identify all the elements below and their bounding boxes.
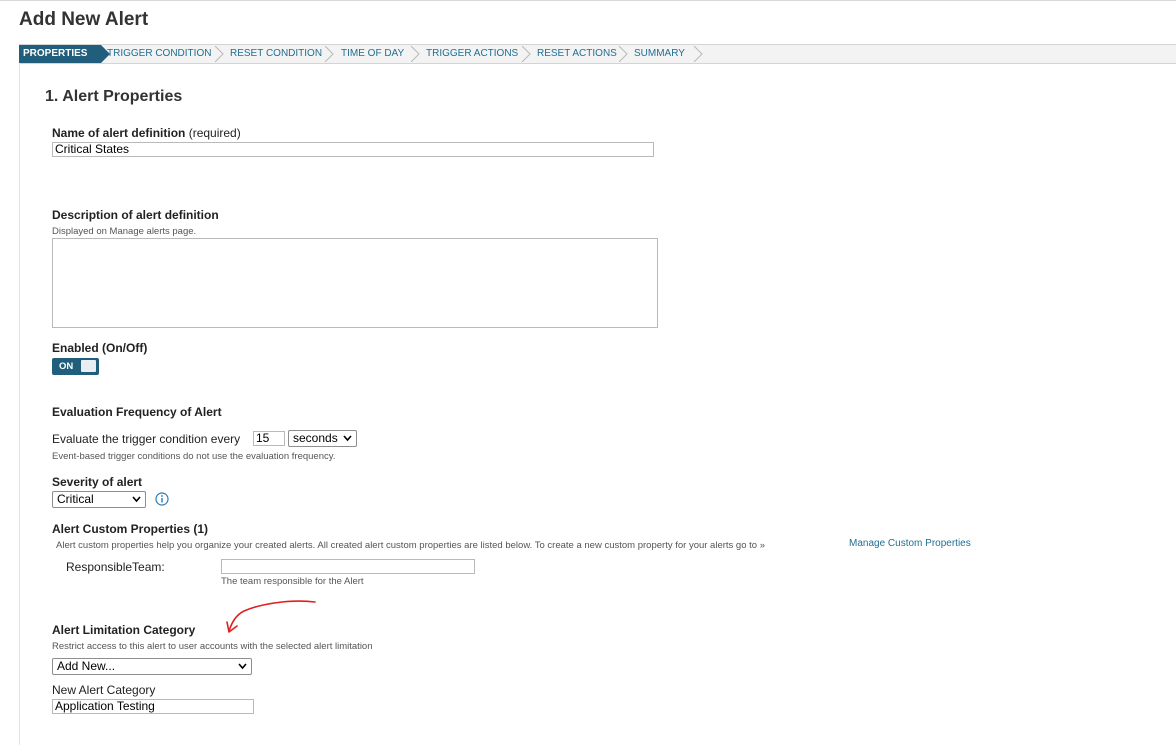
severity-value: Critical xyxy=(57,492,94,506)
responsible-team-hint: The team responsible for the Alert xyxy=(221,576,364,587)
chevron-down-icon xyxy=(238,663,247,670)
wizard-steps: PROPERTIES TRIGGER CONDITION RESET CONDI… xyxy=(19,44,1176,64)
evaluation-frequency-input[interactable]: 15 xyxy=(253,431,285,446)
annotation-arrow-icon xyxy=(226,600,316,633)
description-label: Description of alert definition xyxy=(52,208,219,222)
custom-properties-label: Alert Custom Properties (1) xyxy=(52,522,209,536)
evaluation-hint: Event-based trigger conditions do not us… xyxy=(52,451,336,462)
limitation-label: Alert Limitation Category xyxy=(52,623,196,637)
name-label: Name of alert definition (required) xyxy=(52,126,241,140)
toggle-state-label: ON xyxy=(59,361,74,372)
step-time-of-day[interactable]: TIME OF DAY xyxy=(341,45,404,63)
description-textarea[interactable] xyxy=(52,238,658,328)
step-reset-condition[interactable]: RESET CONDITION xyxy=(230,45,322,63)
evaluation-prefix: Evaluate the trigger condition every xyxy=(52,432,241,446)
step-separator-icon xyxy=(618,46,628,62)
page-title: Add New Alert xyxy=(19,9,149,30)
new-category-label: New Alert Category xyxy=(52,683,156,697)
enabled-label: Enabled (On/Off) xyxy=(52,341,148,355)
step-separator-icon xyxy=(410,46,420,62)
severity-select[interactable]: Critical xyxy=(52,491,146,508)
responsible-team-input[interactable] xyxy=(221,559,475,574)
content-left-border xyxy=(19,63,20,745)
step-properties[interactable]: PROPERTIES xyxy=(19,45,110,63)
step-trigger-actions[interactable]: TRIGGER ACTIONS xyxy=(426,45,518,63)
info-icon[interactable] xyxy=(155,492,169,506)
section-title: 1. Alert Properties xyxy=(45,88,183,105)
limitation-hint: Restrict access to this alert to user ac… xyxy=(52,641,373,652)
name-required-note: (required) xyxy=(188,126,241,140)
new-category-input[interactable]: Application Testing xyxy=(52,699,254,714)
step-separator-icon xyxy=(693,46,703,62)
evaluation-label: Evaluation Frequency of Alert xyxy=(52,405,222,419)
description-hint: Displayed on Manage alerts page. xyxy=(52,226,197,237)
step-separator-icon xyxy=(324,46,334,62)
evaluation-unit-select[interactable]: seconds xyxy=(288,430,357,447)
severity-label: Severity of alert xyxy=(52,475,143,489)
step-summary[interactable]: SUMMARY xyxy=(634,45,685,63)
enabled-toggle[interactable]: ON xyxy=(52,358,99,375)
responsible-team-label: ResponsibleTeam: xyxy=(66,560,165,574)
custom-properties-hint: Alert custom properties help you organiz… xyxy=(56,540,765,551)
name-label-text: Name of alert definition xyxy=(52,126,186,140)
limitation-value: Add New... xyxy=(57,659,116,673)
chevron-down-icon xyxy=(132,496,141,503)
step-trigger-condition[interactable]: TRIGGER CONDITION xyxy=(107,45,211,63)
toggle-knob xyxy=(81,360,96,372)
top-divider xyxy=(0,0,1176,1)
limitation-select[interactable]: Add New... xyxy=(52,658,252,675)
evaluation-unit-value: seconds xyxy=(293,431,338,445)
manage-custom-properties-link[interactable]: Manage Custom Properties xyxy=(849,538,971,549)
step-separator-icon xyxy=(214,46,224,62)
chevron-down-icon xyxy=(343,435,352,442)
alert-name-input[interactable]: Critical States xyxy=(52,142,654,157)
step-separator-icon xyxy=(521,46,531,62)
step-reset-actions[interactable]: RESET ACTIONS xyxy=(537,45,617,63)
